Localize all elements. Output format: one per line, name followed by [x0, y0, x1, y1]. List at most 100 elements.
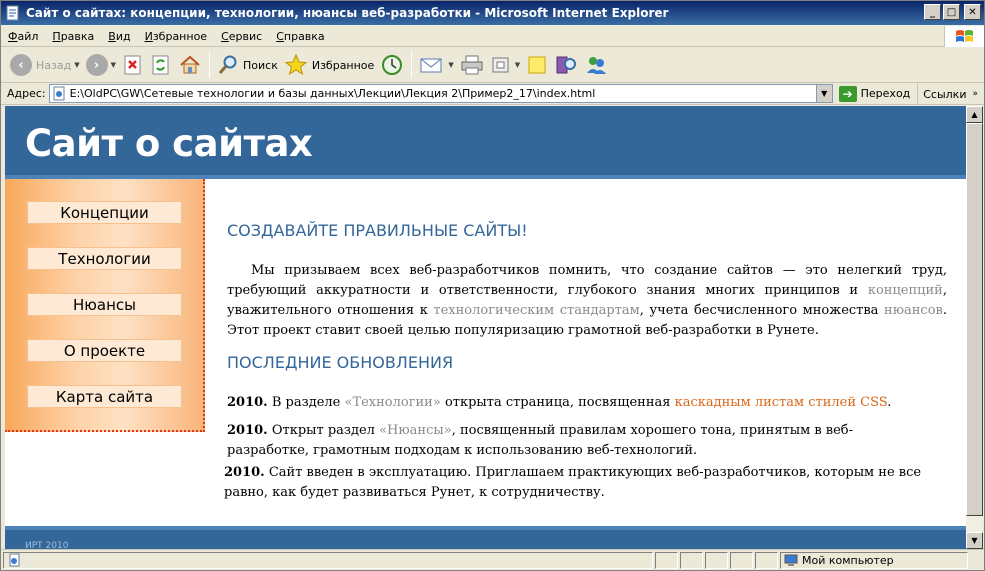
scroll-down-button[interactable]: ▼ — [966, 532, 983, 549]
news-text: В разделе — [267, 395, 345, 410]
link-css[interactable]: каскадным листам стилей CSS — [675, 395, 888, 410]
refresh-button[interactable] — [147, 51, 175, 79]
home-button[interactable] — [175, 51, 205, 79]
discuss-button[interactable] — [523, 51, 551, 79]
toolbar-separator — [209, 52, 210, 78]
maximize-button[interactable]: □ — [943, 4, 960, 20]
chevron-down-icon: ▼ — [821, 89, 828, 98]
links-label: Ссылки — [923, 87, 967, 101]
back-label: Назад — [36, 58, 72, 72]
status-cell — [680, 551, 703, 569]
refresh-icon — [152, 55, 169, 75]
note-icon — [528, 56, 546, 74]
news-text: Открыт раздел — [267, 423, 380, 438]
window-controls: _ □ ✕ — [924, 4, 981, 20]
nav-technologies[interactable]: Технологии — [27, 247, 182, 270]
links-button[interactable]: Ссылки » — [917, 83, 984, 105]
intro-text-3: , учета бесчисленного множества — [639, 303, 885, 318]
nav-nuances[interactable]: Нюансы — [27, 293, 182, 316]
status-cell — [705, 551, 728, 569]
address-label: Адрес: — [7, 87, 46, 100]
chevron-down-icon: ▼ — [448, 61, 454, 69]
link-nuances-section[interactable]: «Нюансы» — [379, 423, 452, 438]
title-bar: Сайт о сайтах: концепции, технологии, ню… — [1, 1, 984, 25]
nav-concepts[interactable]: Концепции — [27, 201, 182, 224]
mail-button[interactable]: ▼ — [416, 51, 456, 79]
toolbar-separator — [411, 52, 413, 78]
nav-sitemap[interactable]: Карта сайта — [27, 385, 182, 408]
status-bar: Мой компьютер — [1, 549, 984, 570]
mail-icon — [420, 58, 442, 73]
history-button[interactable] — [377, 51, 407, 79]
scroll-thumb[interactable] — [966, 123, 983, 516]
research-icon — [556, 56, 577, 74]
research-button[interactable] — [551, 51, 581, 79]
go-button[interactable]: ➔ Переход — [838, 85, 911, 102]
home-icon — [180, 55, 200, 74]
minimize-button[interactable]: _ — [924, 4, 941, 20]
link-technologies-section[interactable]: «Технологии» — [344, 395, 440, 410]
menu-file[interactable]: Файл — [1, 30, 45, 43]
chevron-down-icon: ▼ — [74, 61, 80, 69]
stop-button[interactable] — [119, 51, 147, 79]
nav-about[interactable]: О проекте — [27, 339, 182, 362]
messenger-icon — [587, 57, 607, 74]
chevron-right-icon: » — [972, 89, 978, 99]
favorites-label: Избранное — [311, 58, 375, 72]
ie-window: Сайт о сайтах: концепции, технологии, ню… — [0, 0, 985, 571]
news-text: . — [887, 395, 892, 410]
vertical-scrollbar[interactable]: ▲ ▼ — [966, 106, 983, 549]
window-title: Сайт о сайтах: концепции, технологии, ню… — [26, 6, 669, 20]
chevron-up-icon: ▲ — [971, 110, 978, 119]
page-done-icon — [9, 553, 20, 567]
edit-button[interactable]: ▼ — [487, 51, 523, 79]
address-input[interactable]: E:\OldPC\GW\Сетевые технологии и базы да… — [48, 84, 833, 103]
site-footer: ИРТ 2010 — [5, 526, 966, 549]
menu-tools[interactable]: Сервис — [214, 30, 269, 43]
news-item: 2010. Открыт раздел «Нюансы», посвященны… — [227, 421, 907, 461]
computer-icon — [784, 554, 798, 566]
menu-bar: Файл Правка Вид Избранное Сервис Справка — [1, 26, 984, 47]
stop-icon — [124, 55, 141, 75]
zone-label: Мой компьютер — [802, 553, 894, 567]
status-cell — [730, 551, 753, 569]
ie-page-icon — [6, 5, 19, 21]
address-bar: Адрес: E:\OldPC\GW\Сетевые технологии и … — [1, 83, 984, 105]
intro-paragraph: Мы призываем всех веб-разработчиков помн… — [227, 261, 947, 341]
news-item: 2010. В разделе «Технологии» открыта стр… — [227, 393, 947, 413]
close-button[interactable]: ✕ — [964, 4, 981, 20]
address-dropdown-button[interactable]: ▼ — [815, 85, 832, 102]
chevron-down-icon: ▼ — [110, 61, 116, 69]
site-sidebar: Концепции Технологии Нюансы О проекте Ка… — [5, 179, 205, 432]
status-cell — [755, 551, 778, 569]
page-icon — [53, 86, 65, 101]
link-standards[interactable]: технологическим стандартам — [433, 303, 639, 318]
back-button[interactable]: ‹ Назад ▼ — [7, 51, 83, 79]
forward-button[interactable]: › ▼ — [83, 51, 119, 79]
edit-page-icon — [492, 57, 509, 73]
go-label: Переход — [860, 87, 911, 100]
back-arrow-icon: ‹ — [10, 54, 32, 76]
news-year: 2010. — [227, 423, 268, 438]
news-text: открыта страница, посвященная — [440, 395, 675, 410]
site-header: Сайт о сайтах — [5, 106, 966, 179]
menu-view[interactable]: Вид — [101, 30, 137, 43]
scroll-up-button[interactable]: ▲ — [966, 106, 983, 123]
link-nuances[interactable]: нюансов — [884, 303, 943, 318]
news-year: 2010. — [227, 395, 268, 410]
menu-help[interactable]: Справка — [269, 30, 331, 43]
menu-favorites[interactable]: Избранное — [138, 30, 214, 43]
star-icon — [284, 54, 308, 76]
toolbar: ‹ Назад ▼ › ▼ Поиск Избранное ▼ ▼ — [1, 48, 984, 83]
link-concepts[interactable]: концепций — [868, 283, 943, 298]
chevron-down-icon: ▼ — [971, 536, 978, 545]
footer-copyright: ИРТ 2010 — [25, 541, 69, 549]
messenger-button[interactable] — [581, 51, 611, 79]
favorites-button[interactable]: Избранное — [281, 51, 377, 79]
printer-icon — [461, 55, 483, 75]
search-button[interactable]: Поиск — [214, 51, 281, 79]
print-button[interactable] — [457, 51, 487, 79]
menu-edit[interactable]: Правка — [45, 30, 101, 43]
security-zone: Мой компьютер — [780, 551, 968, 569]
forward-arrow-icon: › — [85, 54, 108, 76]
